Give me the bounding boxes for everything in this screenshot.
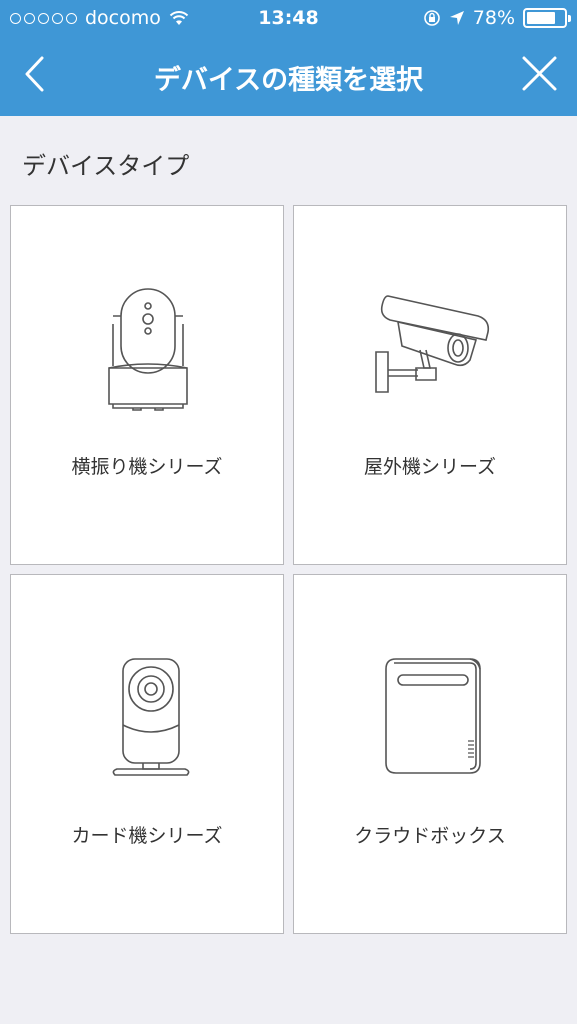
battery-icon — [523, 8, 571, 28]
device-label: クラウドボックス — [354, 825, 506, 847]
top-bar: docomo 13:48 78% デバイスの種類を選択 — [0, 0, 577, 116]
device-label: カード機シリーズ — [71, 825, 223, 847]
device-card-pan-tilt[interactable]: 横振り機シリーズ — [10, 205, 284, 565]
close-button[interactable] — [515, 52, 565, 102]
device-card-outdoor[interactable]: 屋外機シリーズ — [293, 205, 567, 565]
battery-percent: 78% — [472, 7, 515, 29]
status-bar: docomo 13:48 78% — [0, 0, 577, 38]
page-title: デバイスの種類を選択 — [153, 65, 424, 96]
close-icon — [522, 56, 557, 91]
location-arrow-icon — [449, 11, 464, 25]
device-card-cloud-box[interactable]: クラウドボックス — [293, 574, 567, 934]
cube-camera-icon — [112, 658, 190, 776]
nav-bar: デバイスの種類を選択 — [0, 38, 577, 116]
section-label: デバイスタイプ — [22, 152, 190, 180]
pan-tilt-camera-icon — [108, 288, 188, 411]
outdoor-bullet-camera-icon — [375, 295, 490, 393]
device-label: 屋外機シリーズ — [363, 456, 497, 478]
orientation-lock-icon — [423, 10, 440, 26]
device-label: 横振り機シリーズ — [71, 456, 223, 478]
cloud-box-icon — [385, 658, 481, 774]
device-card-cube[interactable]: カード機シリーズ — [10, 574, 284, 934]
